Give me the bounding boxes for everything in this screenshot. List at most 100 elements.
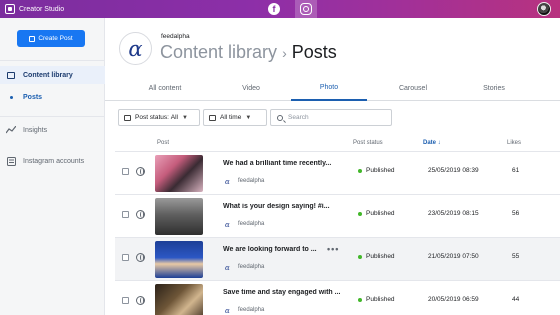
post-likes: 56 (512, 210, 520, 217)
tab-stories[interactable]: Stories (459, 75, 529, 101)
sidebar-item-content-library[interactable]: Content library (0, 66, 105, 84)
compose-icon (29, 35, 36, 42)
filter-icon (124, 114, 131, 121)
row-checkbox[interactable] (122, 168, 129, 175)
breadcrumb: Content library › Posts (160, 42, 337, 63)
row-checkbox[interactable] (122, 254, 129, 261)
row-checkbox[interactable] (122, 211, 129, 218)
table-header: Post Post status Date ↓ Likes (115, 134, 560, 152)
account-name: feedalpha (161, 33, 190, 40)
status-text: Published (366, 167, 395, 174)
tab-carousel[interactable]: Carousel (367, 75, 459, 101)
published-dot-icon (358, 211, 362, 216)
sidebar-item-label: Posts (23, 93, 43, 101)
tab-photo[interactable]: Photo (291, 75, 367, 101)
column-post-status[interactable]: Post status (353, 140, 383, 146)
post-title[interactable]: What is your design saying! #i... (223, 203, 346, 210)
content-tabs: All content Video Photo Carousel Stories (105, 75, 560, 101)
table-row[interactable]: We had a brilliant time recently... α fe… (115, 152, 560, 195)
sidebar-item-label: Instagram accounts (23, 157, 85, 165)
post-title[interactable]: We had a brilliant time recently... (223, 160, 346, 167)
sidebar-item-label: Insights (23, 126, 48, 134)
page-title: Posts (291, 42, 337, 62)
chevron-down-icon: ▼ (182, 114, 188, 121)
post-thumbnail[interactable] (155, 155, 203, 192)
post-account: feedalpha (238, 221, 265, 227)
chevron-right-icon: › (282, 45, 287, 61)
tab-all-content[interactable]: All content (119, 75, 211, 101)
published-dot-icon (358, 168, 362, 173)
status-text: Published (366, 253, 395, 260)
top-bar: Creator Studio f (0, 0, 560, 18)
app-brand[interactable]: Creator Studio (0, 0, 64, 18)
create-post-button[interactable]: Create Post (17, 30, 85, 47)
post-status: Published (358, 296, 395, 303)
search-icon (277, 114, 283, 121)
bullet-icon (6, 95, 16, 99)
table-row[interactable]: What is your design saying! #i... α feed… (115, 195, 560, 238)
globe-icon (136, 296, 145, 305)
globe-icon (136, 167, 145, 176)
post-date: 21/05/2019 07:50 (428, 253, 479, 260)
column-likes[interactable]: Likes (507, 140, 521, 146)
breadcrumb-content-library[interactable]: Content library (160, 42, 277, 63)
post-likes: 55 (512, 253, 520, 260)
globe-icon (136, 210, 145, 219)
create-post-label: Create Post (38, 35, 73, 42)
globe-icon (136, 253, 145, 262)
post-date: 20/05/2019 06:59 (428, 296, 479, 303)
account-logo: α (119, 32, 152, 65)
sidebar-divider (0, 116, 105, 117)
more-options-icon[interactable]: ••• (327, 244, 339, 254)
sidebar-item-insights[interactable]: Insights (0, 121, 105, 139)
post-account: feedalpha (238, 307, 265, 313)
account-mini-logo: α (225, 221, 230, 229)
post-likes: 61 (512, 167, 520, 174)
calendar-icon (209, 114, 216, 121)
search-input[interactable]: Search (270, 109, 392, 126)
published-dot-icon (358, 254, 362, 259)
account-mini-logo: α (225, 178, 230, 186)
post-title[interactable]: Save time and stay engaged with ... (223, 289, 346, 296)
search-placeholder: Search (288, 114, 309, 121)
user-avatar[interactable] (537, 2, 551, 16)
status-text: Published (366, 210, 395, 217)
post-title[interactable]: We are looking forward to ... (223, 246, 323, 253)
account-mini-logo: α (225, 264, 230, 272)
table-row[interactable]: We are looking forward to ... ••• α feed… (115, 238, 560, 281)
post-likes: 44 (512, 296, 520, 303)
insights-icon (6, 126, 16, 134)
post-thumbnail[interactable] (155, 241, 203, 278)
instagram-icon (300, 3, 312, 15)
accounts-icon (6, 156, 16, 166)
post-thumbnail[interactable] (155, 198, 203, 235)
time-filter[interactable]: All time ▼ (203, 109, 267, 126)
sidebar-item-label: Content library (23, 71, 73, 79)
sidebar-item-posts[interactable]: Posts (0, 88, 105, 106)
sidebar-divider (0, 60, 105, 61)
post-account: feedalpha (238, 178, 265, 184)
post-date: 23/05/2019 08:15 (428, 210, 479, 217)
post-thumbnail[interactable] (155, 284, 203, 315)
facebook-icon[interactable]: f (268, 3, 280, 15)
row-checkbox[interactable] (122, 297, 129, 304)
post-status: Published (358, 210, 395, 217)
instagram-tab[interactable] (295, 0, 317, 18)
sidebar-item-instagram-accounts[interactable]: Instagram accounts (0, 152, 105, 170)
chevron-down-icon: ▼ (245, 114, 252, 121)
creator-studio-icon (5, 4, 15, 14)
post-account: feedalpha (238, 264, 265, 270)
table-row[interactable]: Save time and stay engaged with ... α fe… (115, 281, 560, 315)
status-text: Published (366, 296, 395, 303)
time-filter-value: All time (220, 114, 242, 121)
column-post[interactable]: Post (157, 140, 169, 146)
app-name: Creator Studio (19, 5, 65, 13)
post-status-filter[interactable]: Post status: All ▼ (118, 109, 200, 126)
column-date[interactable]: Date ↓ (423, 140, 441, 146)
tab-video[interactable]: Video (211, 75, 291, 101)
sidebar: Create Post Content library Posts Insigh… (0, 18, 105, 315)
post-status: Published (358, 167, 395, 174)
account-mini-logo: α (225, 307, 230, 315)
post-status: Published (358, 253, 395, 260)
published-dot-icon (358, 297, 362, 302)
